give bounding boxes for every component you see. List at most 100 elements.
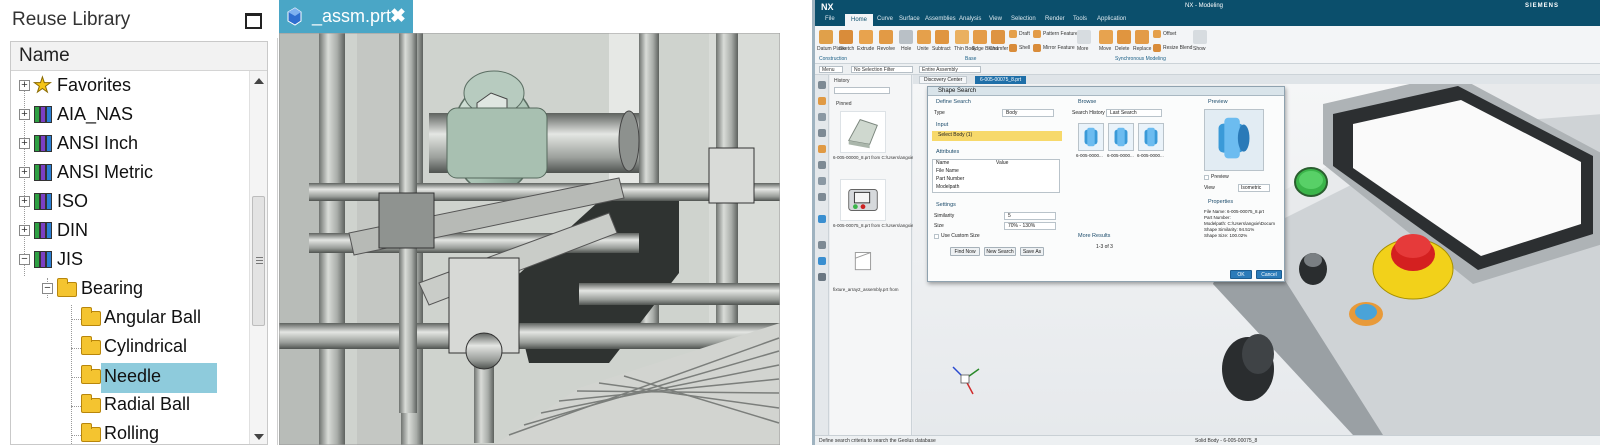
- palette-icon[interactable]: [818, 273, 826, 281]
- select-body-field[interactable]: Select Body (1): [932, 131, 1062, 141]
- hd3d-tools-icon[interactable]: [818, 129, 826, 137]
- resize-blend-icon[interactable]: [1153, 44, 1161, 52]
- history-entry[interactable]: fixture_array2_assembly.prt from: [833, 287, 898, 292]
- scroll-thumb[interactable]: [252, 196, 265, 326]
- reuse-library-icon[interactable]: [818, 113, 826, 121]
- tree-item-iso[interactable]: + ISO: [11, 188, 251, 217]
- menu-tools[interactable]: Tools: [1073, 16, 1087, 22]
- more-icon[interactable]: [1077, 30, 1091, 44]
- tree-item-aia-nas[interactable]: + AIA_NAS: [11, 101, 251, 130]
- attributes-header[interactable]: Attributes: [936, 149, 959, 155]
- tree-item-cylindrical[interactable]: Cylindrical: [11, 333, 251, 362]
- preview-checkbox[interactable]: [1204, 175, 1209, 180]
- hole-icon[interactable]: [899, 30, 913, 44]
- menu-render[interactable]: Render: [1045, 16, 1065, 22]
- move-face-icon[interactable]: [1099, 30, 1113, 44]
- define-search-header[interactable]: Define Search: [936, 99, 971, 105]
- revolve-icon[interactable]: [879, 30, 893, 44]
- result-thumbnail[interactable]: [1138, 123, 1164, 151]
- ok-button[interactable]: OK: [1230, 270, 1252, 279]
- tree-item-din[interactable]: + DIN: [11, 217, 251, 246]
- tree-item-jis[interactable]: − JIS: [11, 246, 251, 275]
- part-navigator-icon[interactable]: [818, 97, 826, 105]
- find-now-button[interactable]: Find Now: [950, 247, 980, 256]
- pattern-feature-icon[interactable]: [1033, 30, 1041, 38]
- history-thumbnail[interactable]: [840, 179, 886, 221]
- tree-item-radial-ball[interactable]: Radial Ball: [11, 391, 251, 420]
- result-thumbnail[interactable]: [1108, 123, 1134, 151]
- menu-assemblies[interactable]: Assemblies: [925, 16, 956, 22]
- save-as-button[interactable]: Save As: [1020, 247, 1044, 256]
- shell-icon[interactable]: [1009, 44, 1017, 52]
- menu-file[interactable]: File: [825, 16, 835, 22]
- tree-item-angular-ball[interactable]: Angular Ball: [11, 304, 251, 333]
- tree-item-ansi-metric[interactable]: + ANSI Metric: [11, 159, 251, 188]
- settings-header[interactable]: Settings: [936, 202, 956, 208]
- thin-body-icon[interactable]: [955, 30, 969, 44]
- tab-discovery-center[interactable]: Discovery Center: [919, 76, 968, 84]
- roles-icon[interactable]: [818, 241, 826, 249]
- browse-header[interactable]: Browse: [1078, 99, 1096, 105]
- subtract-icon[interactable]: [935, 30, 949, 44]
- chamfer-icon[interactable]: [991, 30, 1005, 44]
- tree-item-favorites[interactable]: + ★ Favorites: [11, 72, 251, 101]
- type-dropdown[interactable]: Body: [1002, 109, 1054, 117]
- view-dropdown[interactable]: Isometric: [1238, 184, 1270, 192]
- collapse-icon[interactable]: −: [19, 254, 30, 265]
- close-icon[interactable]: ✖: [390, 5, 406, 28]
- expand-icon[interactable]: +: [19, 109, 30, 120]
- mirror-feature-icon[interactable]: [1033, 44, 1041, 52]
- attr-row[interactable]: File Name: [936, 168, 959, 174]
- tab-assm-prt[interactable]: _assm.prt ✖: [279, 0, 413, 33]
- collapse-icon[interactable]: −: [42, 283, 53, 294]
- replace-face-icon[interactable]: [1135, 30, 1149, 44]
- history-filter-dropdown[interactable]: [834, 87, 890, 94]
- draft-icon[interactable]: [1009, 30, 1017, 38]
- tree-item-rolling[interactable]: Rolling: [11, 420, 251, 444]
- selection-filter-dropdown[interactable]: No Selection Filter: [851, 66, 913, 73]
- attr-row[interactable]: Modelpath: [936, 184, 959, 190]
- unite-icon[interactable]: [917, 30, 931, 44]
- system-materials-icon[interactable]: [818, 177, 826, 185]
- result-thumbnail[interactable]: [1078, 123, 1104, 151]
- use-custom-size-checkbox[interactable]: [934, 234, 939, 239]
- menu-selection[interactable]: Selection: [1011, 16, 1036, 22]
- preview-header[interactable]: Preview: [1208, 99, 1228, 105]
- delete-face-icon[interactable]: [1117, 30, 1131, 44]
- tree-item-bearing[interactable]: − Bearing: [11, 275, 251, 304]
- scroll-up-icon[interactable]: [254, 78, 264, 84]
- shape-search-icon[interactable]: [818, 215, 826, 223]
- column-header-name[interactable]: Name: [11, 42, 267, 71]
- extrude-icon[interactable]: [859, 30, 873, 44]
- discovery-center-icon[interactable]: [818, 257, 826, 265]
- attr-row[interactable]: Part Number: [936, 176, 964, 182]
- cancel-button[interactable]: Cancel: [1256, 270, 1282, 279]
- history-thumbnail[interactable]: [840, 243, 886, 285]
- datum-plane-icon[interactable]: [819, 30, 833, 44]
- size-dropdown[interactable]: 70% - 130%: [1004, 222, 1056, 230]
- expand-icon[interactable]: +: [19, 225, 30, 236]
- similarity-dropdown[interactable]: 5: [1004, 212, 1056, 220]
- expand-icon[interactable]: +: [19, 80, 30, 91]
- menu-surface[interactable]: Surface: [899, 16, 920, 22]
- menu-home[interactable]: Home: [845, 14, 874, 26]
- edge-blend-icon[interactable]: [973, 30, 987, 44]
- expand-icon[interactable]: +: [19, 196, 30, 207]
- history-icon[interactable]: [818, 161, 826, 169]
- properties-header[interactable]: Properties: [1208, 199, 1233, 205]
- menu-curve[interactable]: Curve: [877, 16, 893, 22]
- menu-dropdown[interactable]: Menu: [819, 66, 843, 73]
- menu-view[interactable]: View: [989, 16, 1002, 22]
- history-thumbnail[interactable]: [840, 111, 886, 153]
- assembly-viewport[interactable]: _assm.prt ✖: [279, 0, 780, 445]
- input-header[interactable]: Input: [936, 122, 948, 128]
- selection-scope-dropdown[interactable]: Entire Assembly: [919, 66, 981, 73]
- more-results-header[interactable]: More Results: [1078, 233, 1110, 239]
- new-search-button[interactable]: New Search: [984, 247, 1016, 256]
- web-browser-icon[interactable]: [818, 145, 826, 153]
- expand-icon[interactable]: +: [19, 167, 30, 178]
- menu-application[interactable]: Application: [1097, 16, 1126, 22]
- offset-region-icon[interactable]: [1153, 30, 1161, 38]
- assembly-navigator-icon[interactable]: [818, 81, 826, 89]
- tab-part-file[interactable]: 6-005-00075_8.prt: [975, 76, 1027, 84]
